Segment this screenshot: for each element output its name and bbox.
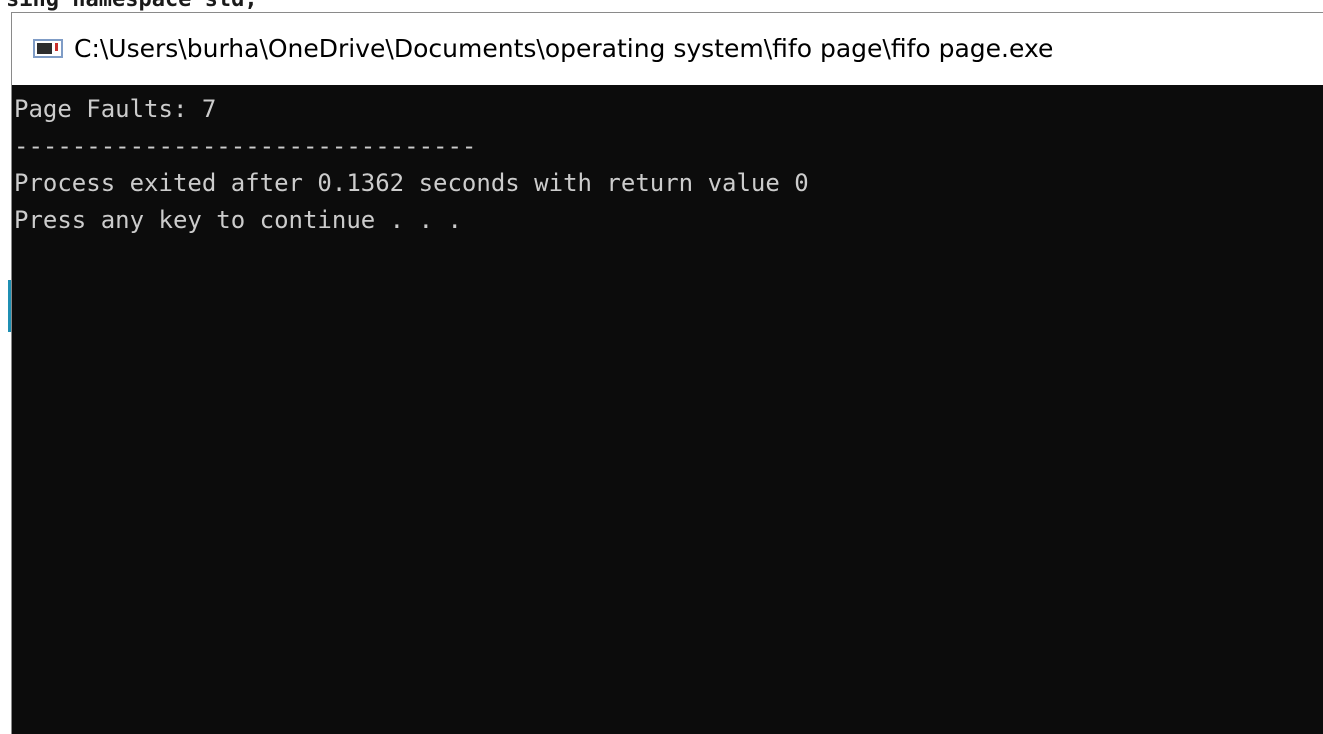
console-app-icon[interactable] — [33, 39, 63, 58]
background-editor: sing namespace std; — [0, 0, 1323, 12]
screen: sing namespace std; C:\Users\burha\OneDr… — [0, 0, 1323, 734]
console-output[interactable]: Page Faults: 7 -------------------------… — [12, 85, 1323, 734]
console-line-separator: -------------------------------- — [14, 132, 477, 160]
title-bar[interactable]: C:\Users\burha\OneDrive\Documents\operat… — [12, 13, 1323, 85]
background-code-line: sing namespace std; — [6, 0, 258, 12]
window-title: C:\Users\burha\OneDrive\Documents\operat… — [74, 34, 1054, 63]
console-line-exit-status: Process exited after 0.1362 seconds with… — [14, 169, 809, 197]
console-app-icon-screen — [37, 43, 52, 54]
console-line-continue-prompt: Press any key to continue . . . — [14, 206, 462, 234]
console-line-page-faults: Page Faults: 7 — [14, 95, 217, 123]
console-window[interactable]: C:\Users\burha\OneDrive\Documents\operat… — [11, 12, 1323, 734]
console-app-icon-mark — [55, 43, 58, 51]
